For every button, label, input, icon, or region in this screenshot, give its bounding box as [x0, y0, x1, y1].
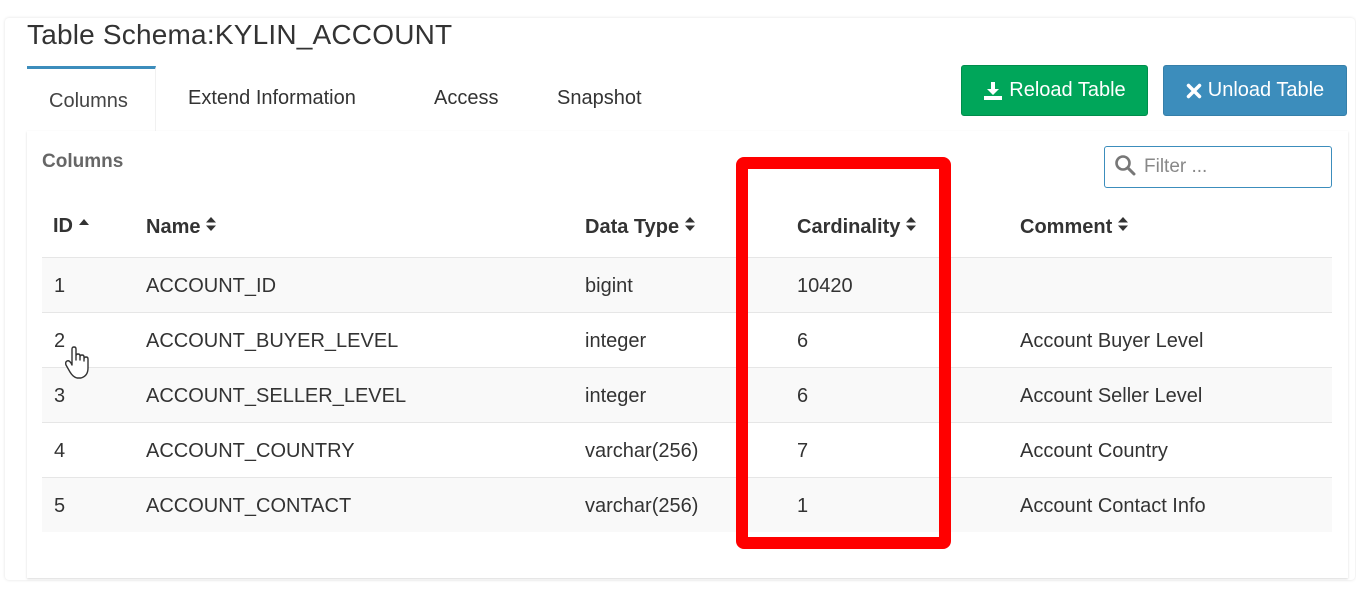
header-label: Cardinality [797, 215, 901, 238]
section-title: Columns [42, 151, 124, 172]
cell-name: ACCOUNT_CONTACT [146, 495, 352, 517]
sort-icon [205, 215, 217, 239]
column-header-id[interactable]: ID [53, 215, 90, 238]
column-header-comment[interactable]: Comment [1020, 215, 1129, 239]
sort-icon [1117, 215, 1129, 239]
cell-cardinality: 6 [797, 330, 809, 352]
hand-pointer-icon [64, 346, 91, 385]
cell-id: 1 [54, 275, 66, 297]
filter-input[interactable] [1142, 155, 1322, 179]
tab-label: Extend Information [188, 87, 356, 109]
cell-name: ACCOUNT_SELLER_LEVEL [146, 385, 407, 407]
sort-icon [684, 215, 696, 239]
sort-icon [905, 215, 917, 239]
cell-data-type: integer [585, 385, 647, 407]
reload-table-button[interactable]: Reload Table [961, 65, 1148, 116]
cell-cardinality: 7 [797, 440, 809, 462]
cell-name: ACCOUNT_ID [146, 275, 277, 297]
download-icon [983, 81, 1003, 101]
cell-data-type: varchar(256) [585, 495, 699, 517]
cell-id: 3 [54, 385, 66, 407]
tab-label: Columns [49, 90, 128, 112]
header-label: Name [146, 215, 201, 238]
sort-asc-icon [78, 215, 90, 238]
cell-cardinality: 6 [797, 385, 809, 407]
header-label: ID [53, 215, 73, 237]
unload-table-button[interactable]: Unload Table [1163, 65, 1347, 116]
header-label: Data Type [585, 215, 680, 238]
page-title: Table Schema:KYLIN_ACCOUNT [27, 19, 453, 50]
search-icon [1114, 154, 1136, 181]
table-row: 4 ACCOUNT_COUNTRY varchar(256) 7 Account… [42, 422, 1332, 477]
cell-name: ACCOUNT_COUNTRY [146, 440, 355, 462]
tab-snapshot[interactable]: Snapshot [557, 66, 642, 131]
cell-data-type: varchar(256) [585, 440, 699, 462]
cell-id: 5 [54, 495, 66, 517]
cell-cardinality: 10420 [797, 275, 853, 297]
cell-name: ACCOUNT_BUYER_LEVEL [146, 330, 399, 352]
cell-comment: Account Contact Info [1020, 495, 1206, 517]
tab-access[interactable]: Access [434, 66, 498, 131]
column-header-name[interactable]: Name [146, 215, 217, 239]
header-label: Comment [1020, 215, 1113, 238]
cell-comment: Account Country [1020, 440, 1168, 462]
unload-table-label: Unload Table [1207, 79, 1325, 101]
cell-id: 2 [54, 330, 66, 352]
cell-id: 4 [54, 440, 66, 462]
cell-comment: Account Buyer Level [1020, 330, 1204, 352]
filter-box[interactable] [1104, 146, 1332, 188]
table-row: 3 ACCOUNT_SELLER_LEVEL integer 6 Account… [42, 367, 1332, 422]
cell-data-type: bigint [585, 275, 633, 297]
cell-data-type: integer [585, 330, 647, 352]
tab-label: Access [434, 87, 499, 109]
cell-cardinality: 1 [797, 495, 809, 517]
table-row: 1 ACCOUNT_ID bigint 10420 [42, 257, 1332, 312]
reload-table-label: Reload Table [1009, 79, 1126, 101]
table-row: 5 ACCOUNT_CONTACT varchar(256) 1 Account… [42, 477, 1332, 532]
column-header-data-type[interactable]: Data Type [585, 215, 696, 239]
tab-label: Snapshot [557, 87, 642, 109]
cell-comment: Account Seller Level [1020, 385, 1203, 407]
column-header-cardinality[interactable]: Cardinality [797, 215, 917, 239]
tab-columns[interactable]: Columns [27, 66, 156, 131]
close-icon [1186, 83, 1202, 99]
tab-extend-information[interactable]: Extend Information [188, 66, 356, 131]
table-row: 2 ACCOUNT_BUYER_LEVEL integer 6 Account … [42, 312, 1332, 367]
